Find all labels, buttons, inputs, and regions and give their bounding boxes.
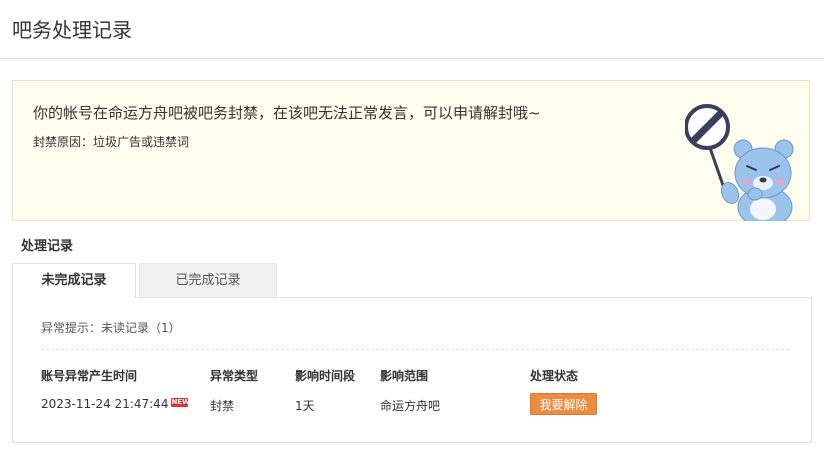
column-header-time: 账号异常产生时间 (41, 369, 138, 383)
title-divider (0, 58, 824, 59)
bear-mascot-icon (685, 104, 794, 221)
page-title: 吧务处理记录 (12, 18, 132, 42)
abnormal-tip: 异常提示：未读记录（1） (41, 321, 181, 335)
ban-reason: 封禁原因：垃圾广告或违禁词 (33, 135, 190, 149)
records-section-title: 处理记录 (21, 239, 74, 254)
tab-unfinished-records[interactable]: 未完成记录 (12, 263, 136, 298)
ban-notice: 你的帐号在命运方舟吧被吧务封禁，在该吧无法正常发言，可以申请解封哦~ 封禁原因：… (12, 80, 810, 221)
tab-finished-records[interactable]: 已完成记录 (139, 263, 277, 297)
column-header-duration: 影响时间段 (295, 369, 356, 383)
records-panel: 异常提示：未读记录（1） 账号异常产生时间 异常类型 影响时间段 影响范围 处理… (12, 297, 812, 443)
request-unban-button[interactable]: 我要解除 (530, 393, 597, 415)
record-type: 封禁 (210, 399, 235, 413)
column-header-status: 处理状态 (530, 369, 579, 383)
record-duration: 1天 (295, 399, 315, 413)
column-header-type: 异常类型 (210, 369, 259, 383)
panel-divider (41, 349, 789, 350)
ban-message: 你的帐号在命运方舟吧被吧务封禁，在该吧无法正常发言，可以申请解封哦~ (33, 104, 541, 122)
column-header-scope: 影响范围 (380, 369, 429, 383)
record-time-text: 2023-11-24 21:47:44 (41, 397, 169, 411)
record-tabs: 未完成记录 已完成记录 (12, 263, 812, 298)
record-time: 2023-11-24 21:47:44 NEW (41, 397, 190, 411)
new-badge: NEW (171, 398, 190, 407)
record-scope: 命运方舟吧 (380, 399, 441, 413)
